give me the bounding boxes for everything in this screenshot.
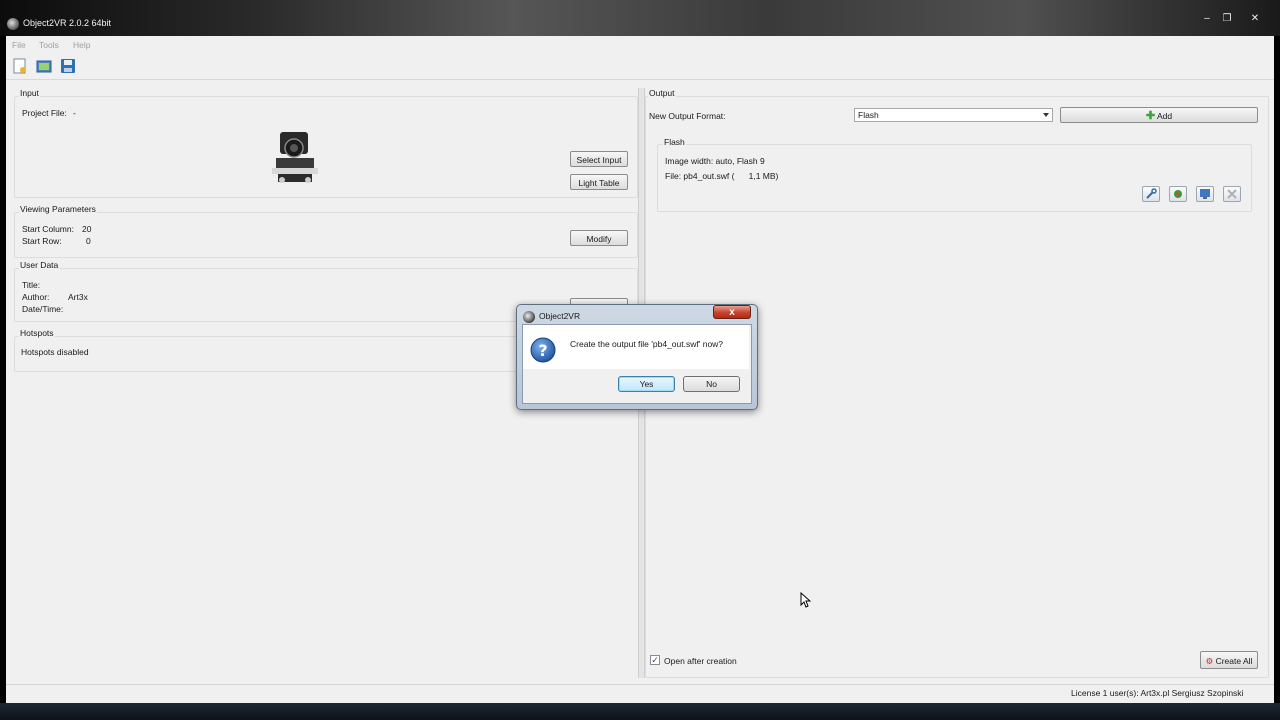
viewing-modify-button[interactable]: Modify: [570, 230, 628, 246]
user-data-label: User Data: [19, 260, 60, 270]
hotspots-label: Hotspots: [19, 328, 55, 338]
title-label: Title:: [22, 280, 41, 290]
viewing-parameters-label: Viewing Parameters: [19, 204, 97, 214]
add-output-button[interactable]: ✚ Add: [1060, 107, 1258, 123]
dialog-title: Object2VR: [539, 311, 581, 321]
delete-output-button[interactable]: [1223, 186, 1241, 202]
delete-icon: [1227, 189, 1237, 199]
edit-output-button[interactable]: [1142, 186, 1160, 202]
preview-output-button[interactable]: [1196, 186, 1214, 202]
project-file-label: Project File:: [22, 108, 67, 118]
start-column-label: Start Column:: [22, 224, 74, 234]
save-project-icon[interactable]: [60, 58, 76, 74]
select-input-button[interactable]: Select Input: [570, 151, 628, 167]
minimize-button[interactable]: ‒: [1197, 12, 1217, 26]
wrench-icon: [1146, 188, 1157, 199]
window-titlebar[interactable]: [0, 0, 1280, 36]
gear-icon: [1174, 190, 1182, 198]
menu-help[interactable]: Help: [73, 40, 90, 50]
light-table-button[interactable]: Light Table: [570, 174, 628, 190]
input-group: [14, 96, 638, 198]
datetime-label: Date/Time:: [22, 304, 64, 314]
yes-button[interactable]: Yes: [618, 376, 675, 392]
project-file-value: -: [73, 108, 76, 118]
image-width-info: Image width: auto, Flash 9: [665, 156, 765, 166]
create-all-button[interactable]: ⚙ Create All: [1200, 651, 1258, 669]
start-row-label: Start Row:: [22, 236, 62, 246]
window-title: Object2VR 2.0.2 64bit: [23, 18, 112, 28]
new-output-format-label: New Output Format:: [649, 111, 726, 121]
start-column-value: 20: [82, 224, 92, 234]
output-format-value: Flash: [858, 110, 879, 120]
open-after-creation-checkbox[interactable]: ✓: [650, 655, 660, 665]
add-output-label: Add: [1157, 111, 1173, 121]
output-group-label: Output: [648, 88, 676, 98]
no-button[interactable]: No: [683, 376, 740, 392]
open-project-icon[interactable]: [36, 58, 52, 74]
create-all-label: Create All: [1215, 656, 1253, 666]
app-icon: [7, 18, 19, 30]
start-row-value: 0: [86, 236, 91, 246]
svg-text:?: ?: [538, 341, 547, 360]
create-output-button[interactable]: [1169, 186, 1187, 202]
taskbar: [0, 703, 1280, 720]
close-window-button[interactable]: ✕: [1245, 12, 1265, 26]
question-icon: ?: [530, 337, 556, 363]
open-after-creation-label: Open after creation: [664, 656, 737, 666]
menu-tools[interactable]: Tools: [39, 40, 59, 50]
dialog-message: Create the output file 'pb4_out.swf' now…: [570, 339, 724, 349]
monitor-icon: [1200, 189, 1210, 199]
toolbar: [6, 53, 1274, 80]
dialog-app-icon: [523, 311, 535, 323]
new-project-icon[interactable]: [12, 58, 28, 74]
menu-file[interactable]: File: [12, 40, 26, 50]
input-group-label: Input: [19, 88, 40, 98]
dialog-close-button[interactable]: x: [713, 305, 751, 319]
output-file-info: File: pb4_out.swf ( 1,1 MB): [665, 171, 779, 181]
plus-icon: ✚: [1145, 110, 1156, 122]
flash-group-label: Flash: [663, 137, 686, 147]
output-format-select[interactable]: Flash: [854, 108, 1053, 122]
viewing-parameters-group: [14, 212, 638, 258]
author-label: Author:: [22, 292, 50, 302]
license-text: License 1 user(s): Art3x.pl Sergiusz Szo…: [1071, 688, 1244, 698]
hotspots-status: Hotspots disabled: [21, 347, 89, 357]
mouse-cursor: [800, 591, 812, 608]
menu-bar: [6, 38, 1274, 52]
chevron-down-icon: [1043, 113, 1049, 117]
author-value: Art3x: [68, 292, 88, 302]
camera-image: [272, 130, 318, 186]
maximize-button[interactable]: ❐: [1217, 12, 1237, 26]
create-all-icon: ⚙: [1205, 656, 1214, 666]
